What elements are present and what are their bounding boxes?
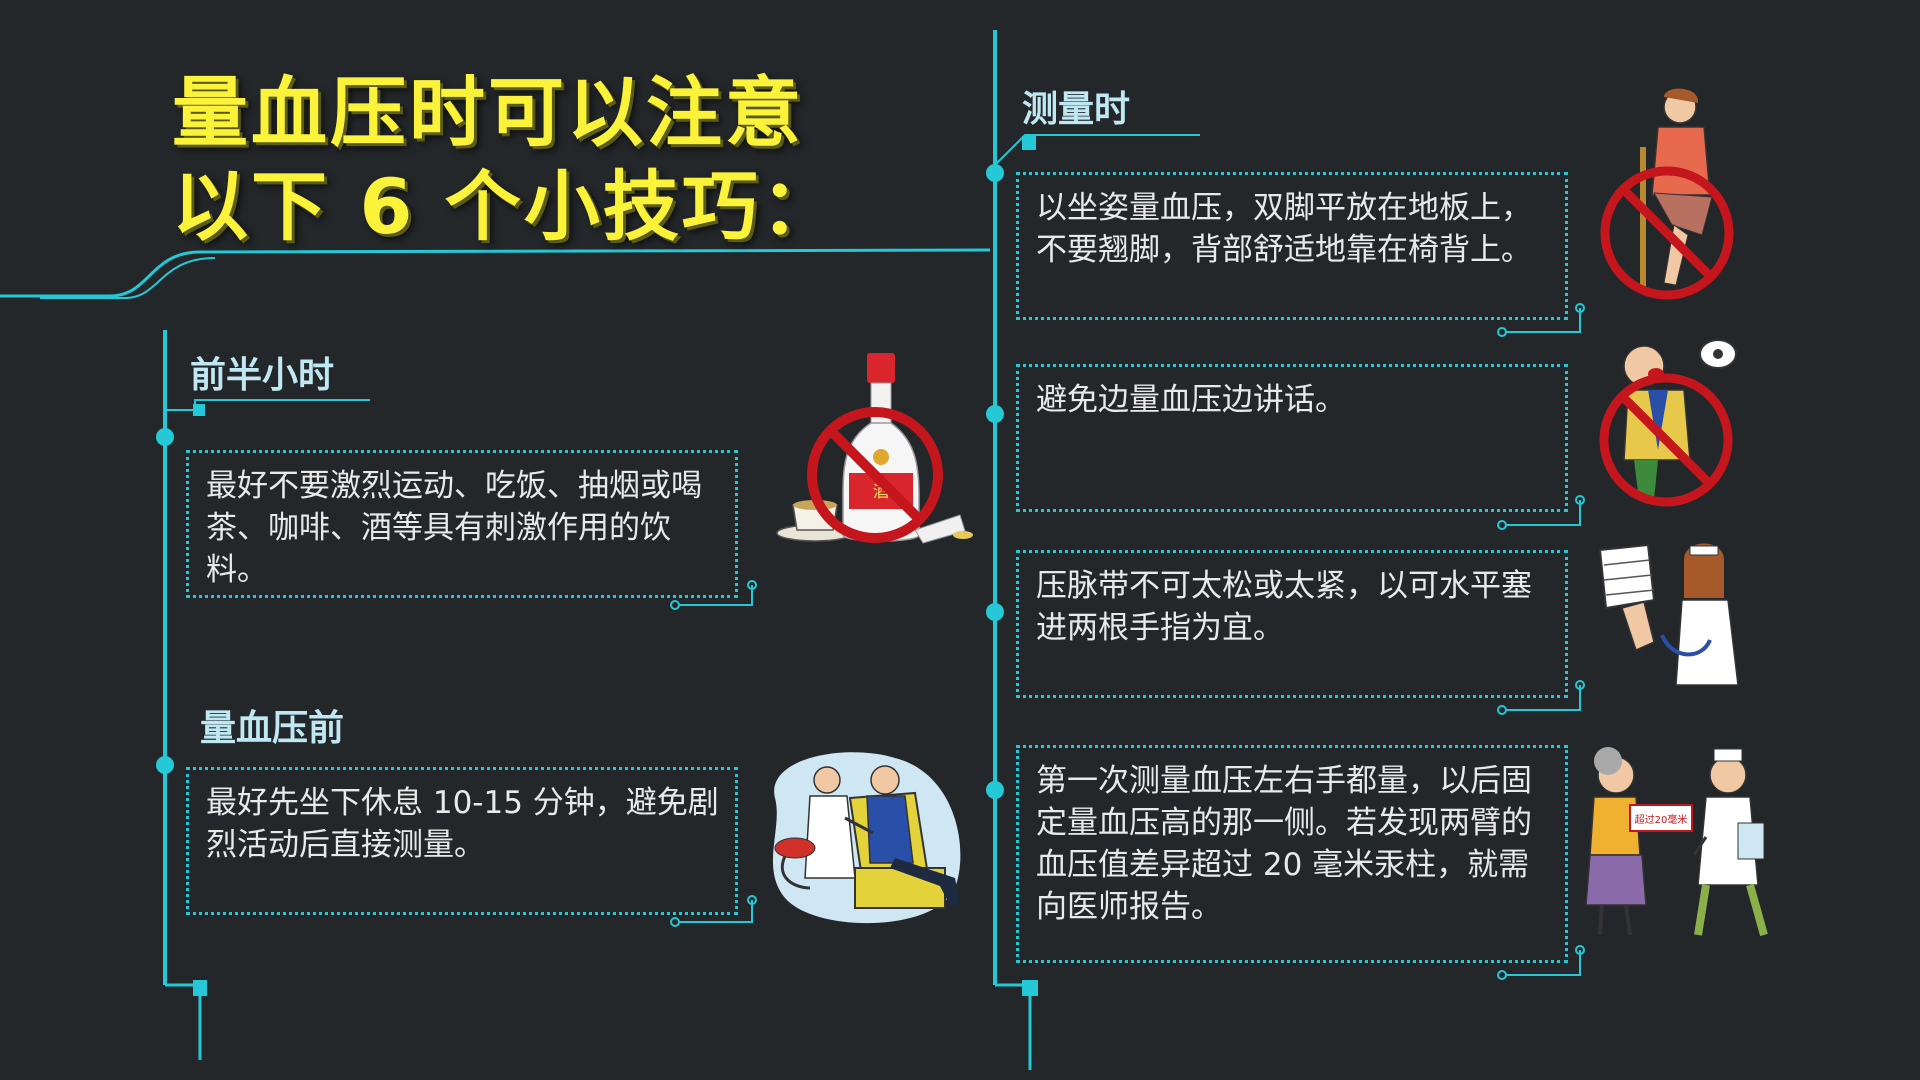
section-label-half-hour: 前半小时 [190, 355, 335, 396]
tip-box-both-arms: 第一次测量血压左右手都量，以后固定量血压高的那一侧。若发现两臂的血压值差异超过 … [1016, 745, 1568, 963]
seated-woman-icon [1640, 88, 1713, 287]
tip-box-no-stimulants: 最好不要激烈运动、吃饭、抽烟或喝茶、咖啡、酒等具有刺激作用的饮料。 [186, 450, 738, 598]
doctor-icon [1692, 748, 1768, 937]
report-card-icon: 超过20毫米 [1629, 804, 1693, 832]
tip-text-both-arms: 第一次测量血压左右手都量，以后固定量血压高的那一侧。若发现两臂的血压值差异超过 … [1036, 763, 1532, 925]
shouting-man-icon [1623, 345, 1691, 500]
report-card-text: 超过20毫米 [1635, 813, 1688, 826]
tip-box-cuff-fit: 压脉带不可太松或太紧，以可水平塞进两根手指为宜。 [1016, 550, 1568, 698]
no-crossed-legs-illustration [1600, 88, 1734, 300]
tip-text-sitting-posture: 以坐姿量血压，双脚平放在地板上，不要翘脚，背部舒适地靠在椅背上。 [1036, 190, 1532, 268]
tip-box-no-talking: 避免边量血压边讲话。 [1016, 364, 1568, 512]
cuff-arm-icon [1598, 543, 1656, 652]
speech-bubble-icon [1699, 339, 1737, 369]
tip-text-rest-first: 最好先坐下休息 10-15 分钟，避免剧烈活动后直接测量。 [206, 785, 719, 863]
tip-text-cuff-fit: 压脉带不可太松或太紧，以可水平塞进两根手指为宜。 [1036, 568, 1532, 646]
page-title: 量血压时可以注意 以下 6 个小技巧： [172, 66, 840, 254]
tip-text-no-talking: 避免边量血压边讲话。 [1036, 382, 1346, 418]
no-alcohol-illustration: 酒 [776, 353, 973, 544]
elderly-woman-icon [1585, 747, 1647, 936]
tip-text-no-stimulants: 最好不要激烈运动、吃饭、抽烟或喝茶、咖啡、酒等具有刺激作用的饮料。 [206, 468, 702, 588]
section-label-while-measuring: 测量时 [1022, 89, 1131, 130]
title-line-1: 量血压时可以注意 [172, 68, 804, 157]
title-line-2: 以下 6 个小技巧： [172, 162, 840, 251]
tip-box-rest-first: 最好先坐下休息 10-15 分钟，避免剧烈活动后直接测量。 [186, 767, 738, 915]
doctor-patient-illustration [772, 752, 961, 924]
section-label-before-measuring: 量血压前 [200, 708, 345, 749]
nurse-icon [1660, 543, 1739, 686]
no-talking-illustration [1599, 339, 1737, 507]
tip-box-sitting-posture: 以坐姿量血压，双脚平放在地板上，不要翘脚，背部舒适地靠在椅背上。 [1016, 172, 1568, 320]
report-to-doctor-illustration: 超过20毫米 [1585, 747, 1768, 937]
blood-pressure-cuff-illustration [1598, 543, 1739, 686]
